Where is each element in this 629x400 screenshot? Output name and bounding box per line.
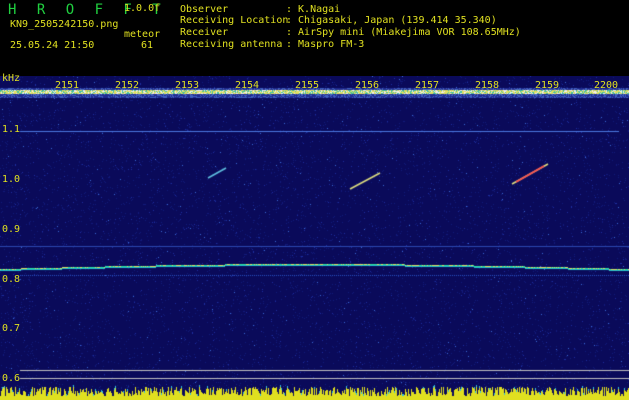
y-tick-label: 0.7 xyxy=(2,323,21,334)
receiver-value: : AirSpy mini (Miakejima VOR 108.65MHz) xyxy=(286,27,521,38)
time-tick-label: 2151 xyxy=(55,80,80,91)
time-tick-label: 2157 xyxy=(415,80,440,91)
y-tick-label: 0.8 xyxy=(2,274,21,285)
spectrogram xyxy=(0,76,629,400)
receiver-label: Receiver xyxy=(180,27,229,38)
time-tick-label: 2152 xyxy=(115,80,140,91)
observer-value: : K.Nagai xyxy=(286,4,341,15)
meteor-count: 61 xyxy=(141,40,154,51)
y-tick-label: 0.6 xyxy=(2,373,21,384)
mode-label: meteor xyxy=(124,29,161,40)
observer-label: Observer xyxy=(180,4,229,15)
version-label: 1.0.0f xyxy=(124,3,161,14)
filename-label: KN9_2505242150.png xyxy=(10,19,119,30)
antenna-label: Receiving antenna xyxy=(180,39,283,50)
time-tick-label: 2153 xyxy=(175,80,200,91)
y-tick-label: 0.9 xyxy=(2,224,21,235)
time-tick-label: 2159 xyxy=(535,80,560,91)
hrofft-window: H R O F F T 1.0.0f KN9_2505242150.png me… xyxy=(0,0,629,400)
y-tick-label: 1.0 xyxy=(2,174,21,185)
time-tick-label: 2155 xyxy=(295,80,320,91)
antenna-value: : Maspro FM-3 xyxy=(286,39,365,50)
location-value: : Chigasaki, Japan (139.414 35.340) xyxy=(286,15,497,26)
y-axis-unit: kHz xyxy=(2,73,21,84)
time-tick-label: 2156 xyxy=(355,80,380,91)
time-tick-label: 2154 xyxy=(235,80,260,91)
location-label: Receiving Location xyxy=(180,15,289,26)
y-tick-label: 1.1 xyxy=(2,124,21,135)
time-tick-label: 2158 xyxy=(475,80,500,91)
datetime-label: 25.05.24 21:50 xyxy=(10,40,95,51)
time-tick-label: 2200 xyxy=(594,80,619,91)
